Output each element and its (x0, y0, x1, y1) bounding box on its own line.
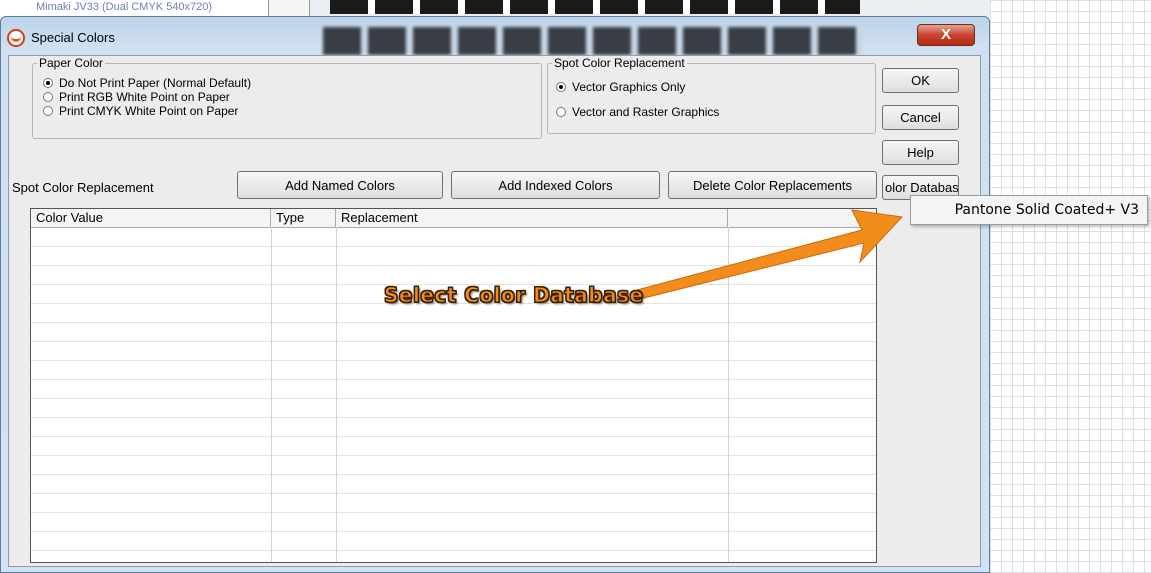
radio-label: Print CMYK White Point on Paper (59, 103, 239, 118)
radio-button-checked-icon[interactable] (43, 77, 53, 88)
menu-item-pantone-solid-coated[interactable]: Pantone Solid Coated+ V3 (911, 196, 1147, 224)
window-title: Special Colors (31, 30, 115, 45)
radio-label: Do Not Print Paper (Normal Default) (59, 75, 252, 90)
column-divider (271, 227, 272, 562)
paper-color-legend: Paper Color (39, 56, 104, 70)
color-replacement-table[interactable]: Color Value Type Replacement (30, 208, 877, 563)
ok-button[interactable]: OK (882, 68, 959, 93)
radio-button-checked-icon[interactable] (556, 81, 566, 92)
radio-label: Print RGB White Point on Paper (59, 89, 230, 104)
spot-color-replacement-group: Spot Color Replacement (547, 56, 876, 134)
radio-label: Vector and Raster Graphics (572, 104, 720, 119)
column-header-extra[interactable] (728, 209, 876, 227)
help-button[interactable]: Help (882, 140, 959, 165)
column-header-replacement[interactable]: Replacement (336, 209, 728, 227)
annotation-label: Select Color Database (384, 283, 644, 308)
radio-label: Vector Graphics Only (572, 79, 686, 94)
radio-button-icon[interactable] (43, 105, 53, 116)
radio-vector-and-raster[interactable]: Vector and Raster Graphics (556, 104, 719, 119)
background-color-swatches (330, 0, 860, 14)
add-indexed-colors-button[interactable]: Add Indexed Colors (451, 171, 660, 199)
spot-color-replacement-legend: Spot Color Replacement (554, 56, 685, 70)
radio-button-icon[interactable] (556, 106, 566, 117)
radio-print-rgb-white-point[interactable]: Print RGB White Point on Paper (43, 89, 230, 104)
radio-vector-graphics-only[interactable]: Vector Graphics Only (556, 79, 685, 94)
cancel-button[interactable]: Cancel (882, 105, 959, 130)
column-divider (336, 227, 337, 562)
column-header-color-value[interactable]: Color Value (31, 209, 271, 227)
column-header-type[interactable]: Type (271, 209, 336, 227)
column-divider (728, 227, 729, 562)
add-named-colors-button[interactable]: Add Named Colors (237, 171, 443, 199)
close-button[interactable]: X (917, 24, 975, 46)
dialog-client-area: Paper Color Do Not Print Paper (Normal D… (8, 55, 981, 567)
delete-color-replacements-button[interactable]: Delete Color Replacements (668, 171, 877, 199)
app-logo-icon (7, 29, 25, 47)
radio-button-icon[interactable] (43, 91, 53, 102)
radio-do-not-print-paper[interactable]: Do Not Print Paper (Normal Default) (43, 75, 251, 90)
blurred-background-swatches (323, 27, 863, 55)
title-bar[interactable]: Special Colors X (1, 17, 989, 55)
spot-color-replacement-label: Spot Color Replacement (12, 180, 154, 195)
table-body[interactable] (30, 208, 877, 563)
color-database-popup-menu: Pantone Solid Coated+ V3 (910, 195, 1148, 225)
table-header: Color Value Type Replacement (31, 209, 876, 228)
radio-print-cmyk-white-point[interactable]: Print CMYK White Point on Paper (43, 103, 238, 118)
